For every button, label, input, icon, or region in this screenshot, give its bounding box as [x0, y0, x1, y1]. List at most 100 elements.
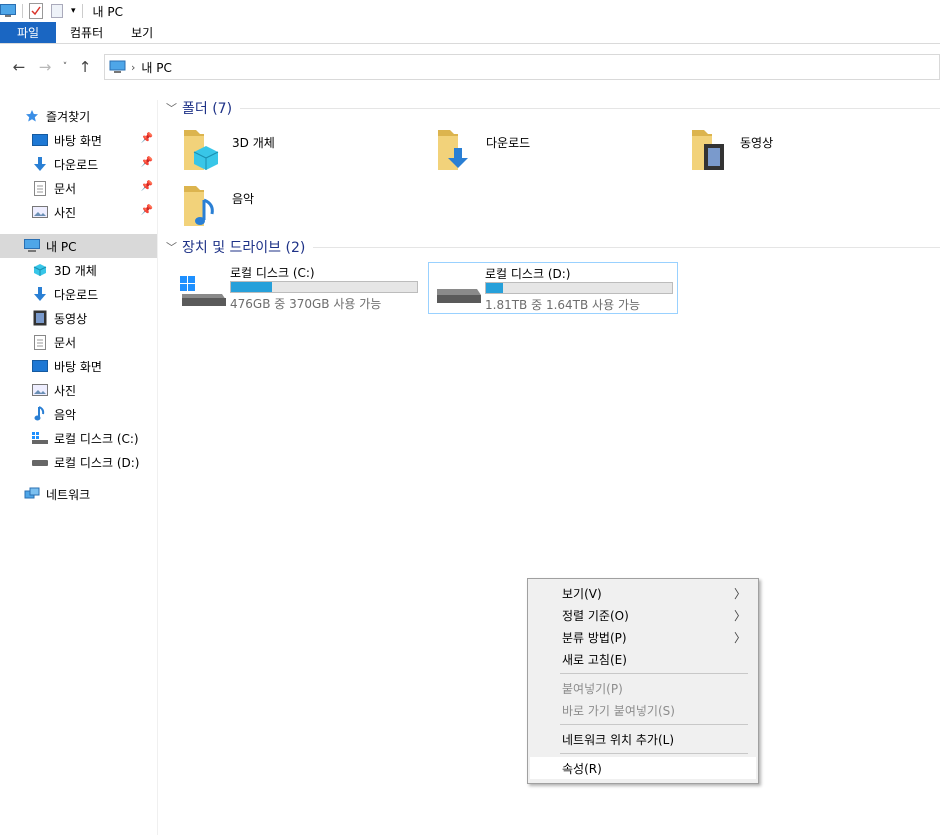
star-icon [24, 108, 40, 124]
nav-quick-documents[interactable]: 문서 📌 [0, 176, 157, 200]
nav-quick-pictures[interactable]: 사진 📌 [0, 200, 157, 224]
properties-icon[interactable] [29, 3, 43, 19]
forward-button[interactable]: → [34, 56, 56, 78]
menu-item-paste[interactable]: 붙여넣기(P) [530, 677, 756, 699]
nav-pc-drive-d[interactable]: 로컬 디스크 (D:) [0, 450, 157, 474]
nav-pc-videos[interactable]: 동영상 [0, 306, 157, 330]
picture-icon [32, 382, 48, 398]
chevron-down-icon: ﹀ [166, 102, 177, 115]
new-folder-icon[interactable] [51, 4, 63, 18]
divider [81, 4, 83, 18]
group-title: 장치 및 드라이브 (2) [182, 240, 306, 256]
menu-separator [560, 673, 748, 674]
pin-icon[interactable]: 📌 [141, 205, 153, 216]
menu-item-view[interactable]: 보기(V) 〉 [530, 582, 756, 604]
menu-label: 붙여넣기(P) [562, 681, 623, 696]
drive-usage-fill [486, 283, 503, 293]
folder-music[interactable]: 음악 [182, 182, 422, 238]
folder-label: 음악 [232, 192, 255, 206]
folder-3d-objects[interactable]: 3D 개체 [182, 126, 422, 182]
nav-label: 동영상 [54, 311, 88, 326]
menu-label: 속성(R) [562, 761, 602, 776]
nav-pc-pictures[interactable]: 사진 [0, 378, 157, 402]
nav-pc-drive-c[interactable]: 로컬 디스크 (C:) [0, 426, 157, 450]
nav-this-pc[interactable]: 내 PC [0, 234, 157, 258]
window-title: 내 PC [92, 4, 124, 19]
nav-label: 문서 [54, 335, 77, 350]
nav-pc-documents[interactable]: 문서 [0, 330, 157, 354]
divider [313, 246, 940, 248]
nav-label: 즐겨찾기 [46, 109, 91, 124]
menu-separator [560, 753, 748, 754]
document-icon [32, 180, 48, 196]
arrow-up-icon: ↑ [78, 58, 92, 76]
desktop-icon [32, 358, 48, 374]
up-button[interactable]: ↑ [74, 56, 96, 78]
title-bar: ▾ 내 PC [0, 0, 940, 22]
nav-label: 바탕 화면 [54, 359, 102, 374]
nav-quick-downloads[interactable]: 다운로드 📌 [0, 152, 157, 176]
tab-computer[interactable]: 컴퓨터 [56, 22, 117, 43]
nav-network[interactable]: 네트워크 [0, 482, 157, 506]
pin-icon[interactable]: 📌 [141, 157, 153, 168]
nav-label: 음악 [54, 407, 77, 422]
menu-item-add-network-location[interactable]: 네트워크 위치 추가(L) [530, 728, 756, 750]
nav-label: 문서 [54, 181, 77, 196]
tab-view[interactable]: 보기 [117, 22, 167, 43]
folder-music-icon [182, 182, 230, 234]
tab-file[interactable]: 파일 [0, 22, 56, 43]
folder-downloads-icon [436, 126, 484, 178]
group-header-devices[interactable]: ﹀ 장치 및 드라이브 (2) [162, 236, 940, 258]
menu-item-paste-shortcut[interactable]: 바로 가기 붙여넣기(S) [530, 699, 756, 721]
menu-item-properties[interactable]: 속성(R) [530, 757, 756, 779]
arrow-right-icon: → [38, 58, 52, 76]
drive-usage-bar [485, 282, 673, 294]
group-title: 폴더 (7) [182, 101, 233, 117]
folder-videos[interactable]: 동영상 [690, 126, 930, 182]
menu-label: 네트워크 위치 추가(L) [562, 732, 674, 747]
back-button[interactable]: ← [8, 56, 30, 78]
pin-icon[interactable]: 📌 [141, 133, 153, 144]
group-header-folders[interactable]: ﹀ 폴더 (7) [162, 97, 940, 119]
ribbon-tabs: 파일 컴퓨터 보기 [0, 22, 940, 44]
customize-quick-access-icon[interactable]: ▾ [71, 6, 76, 16]
menu-label: 분류 방법(P) [562, 630, 627, 645]
menu-item-refresh[interactable]: 새로 고침(E) [530, 648, 756, 670]
chevron-right-icon: › [131, 60, 136, 74]
drive-name: 로컬 디스크 (C:) [230, 266, 315, 280]
drive-icon [32, 454, 48, 470]
chevron-down-icon: ﹀ [166, 241, 177, 254]
menu-item-sort-by[interactable]: 정렬 기준(O) 〉 [530, 604, 756, 626]
recent-locations-button[interactable]: ˅ [58, 56, 72, 78]
address-bar[interactable]: › 내 PC [104, 54, 940, 80]
folder-downloads[interactable]: 다운로드 [436, 126, 676, 182]
nav-label: 바탕 화면 [54, 133, 102, 148]
drive-icon [435, 277, 481, 307]
menu-separator [560, 724, 748, 725]
nav-pc-downloads[interactable]: 다운로드 [0, 282, 157, 306]
drive-space-info: 476GB 중 370GB 사용 가능 [230, 297, 382, 311]
drive-name: 로컬 디스크 (D:) [485, 267, 571, 281]
music-note-icon [32, 406, 48, 422]
folder-label: 동영상 [740, 136, 774, 150]
nav-pc-desktop[interactable]: 바탕 화면 [0, 354, 157, 378]
nav-label: 3D 개체 [54, 263, 97, 278]
nav-quick-access[interactable]: 즐겨찾기 [0, 104, 157, 128]
arrow-left-icon: ← [12, 58, 26, 76]
computer-icon [24, 238, 40, 254]
drive-d[interactable]: 로컬 디스크 (D:) 1.81TB 중 1.64TB 사용 가능 [428, 262, 678, 314]
nav-pc-3d-objects[interactable]: 3D 개체 [0, 258, 157, 282]
folder-label: 다운로드 [486, 136, 531, 150]
nav-label: 로컬 디스크 (D:) [54, 455, 140, 470]
quick-access-toolbar: ▾ [0, 0, 87, 22]
divider [240, 107, 940, 109]
drive-space-info: 1.81TB 중 1.64TB 사용 가능 [485, 298, 641, 312]
drive-c[interactable]: 로컬 디스크 (C:) 476GB 중 370GB 사용 가능 [174, 262, 424, 314]
menu-item-group-by[interactable]: 분류 방법(P) 〉 [530, 626, 756, 648]
nav-quick-desktop[interactable]: 바탕 화면 📌 [0, 128, 157, 152]
nav-pc-music[interactable]: 음악 [0, 402, 157, 426]
pin-icon[interactable]: 📌 [141, 181, 153, 192]
folder-videos-icon [690, 126, 738, 178]
divider [22, 4, 23, 18]
navigation-pane: 즐겨찾기 바탕 화면 📌 다운로드 📌 문서 📌 사진 📌 내 PC 3D 개체… [0, 100, 158, 835]
